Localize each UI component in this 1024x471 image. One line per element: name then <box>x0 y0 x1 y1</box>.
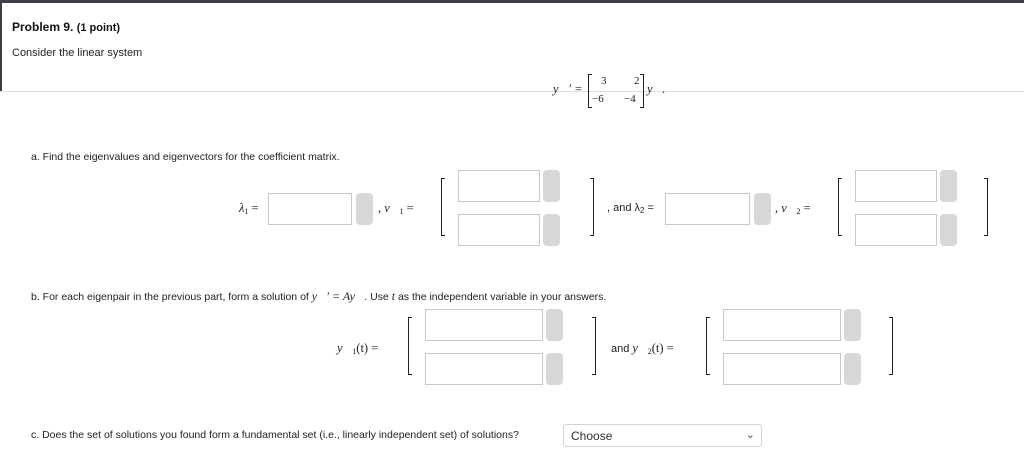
section-divider <box>0 91 1024 92</box>
left-accent-bar <box>0 3 2 91</box>
matrix-a12: 2 <box>634 75 640 87</box>
y1-label: y⃗1(t) = <box>337 341 379 356</box>
v1-left-bracket <box>441 178 445 236</box>
y1-component1-input[interactable] <box>425 309 543 341</box>
y1-component2-preview-button[interactable] <box>546 353 563 385</box>
y2-component2-input[interactable] <box>723 353 841 385</box>
fundamental-set-select-value: Choose <box>571 429 613 443</box>
v2-component1-preview-button[interactable] <box>940 170 957 202</box>
v2-label: , v⃗2 = <box>775 201 811 216</box>
v1-component1-input[interactable] <box>458 170 540 202</box>
chevron-down-icon: ⌄ <box>745 429 755 441</box>
y1-right-bracket <box>592 317 596 375</box>
problem-title: Problem 9. (1 point) <box>12 20 120 34</box>
y2-component2-preview-button[interactable] <box>844 353 861 385</box>
v2-component2-input[interactable] <box>855 214 937 246</box>
y2-component1-input[interactable] <box>723 309 841 341</box>
y2-label: and y⃗2(t) = <box>611 341 674 356</box>
problem-points: (1 point) <box>76 22 121 34</box>
part-a-prompt: a. Find the eigenvalues and eigenvectors… <box>31 151 340 163</box>
y1-left-bracket <box>408 317 412 375</box>
v2-left-bracket <box>838 178 842 236</box>
v1-component2-preview-button[interactable] <box>543 214 560 246</box>
v2-component1-input[interactable] <box>855 170 937 202</box>
v1-component1-preview-button[interactable] <box>543 170 560 202</box>
matrix-a21: −6 <box>592 93 604 105</box>
system-rhs: y⃗. <box>647 82 666 96</box>
matrix-right-bracket <box>640 74 644 108</box>
lambda2-preview-button[interactable] <box>754 193 771 225</box>
y1-component1-preview-button[interactable] <box>546 309 563 341</box>
y2-left-bracket <box>706 317 710 375</box>
v2-right-bracket <box>984 178 988 236</box>
lambda2-input[interactable] <box>665 193 750 225</box>
problem-number: Problem 9. <box>12 20 74 34</box>
system-lhs: y⃗′ = <box>553 82 583 96</box>
lambda1-preview-button[interactable] <box>356 193 373 225</box>
v1-label: , v⃗1 = <box>378 201 414 216</box>
matrix-a11: 3 <box>601 75 607 87</box>
lambda1-input[interactable] <box>268 193 352 225</box>
problem-intro: Consider the linear system <box>12 47 143 59</box>
matrix-a22: −4 <box>624 93 636 105</box>
y1-component2-input[interactable] <box>425 353 543 385</box>
fundamental-set-select[interactable]: Choose ⌄ <box>563 424 762 447</box>
and-lambda2-label: , and λ2 = <box>607 202 654 215</box>
y2-right-bracket <box>889 317 893 375</box>
top-bar <box>0 0 1024 3</box>
lambda1-label: λ1 = <box>239 201 259 216</box>
y2-component1-preview-button[interactable] <box>844 309 861 341</box>
part-c-prompt: c. Does the set of solutions you found f… <box>31 429 519 441</box>
v1-component2-input[interactable] <box>458 214 540 246</box>
v2-component2-preview-button[interactable] <box>940 214 957 246</box>
part-b-prompt: b. For each eigenpair in the previous pa… <box>31 289 607 303</box>
v1-right-bracket <box>590 178 594 236</box>
